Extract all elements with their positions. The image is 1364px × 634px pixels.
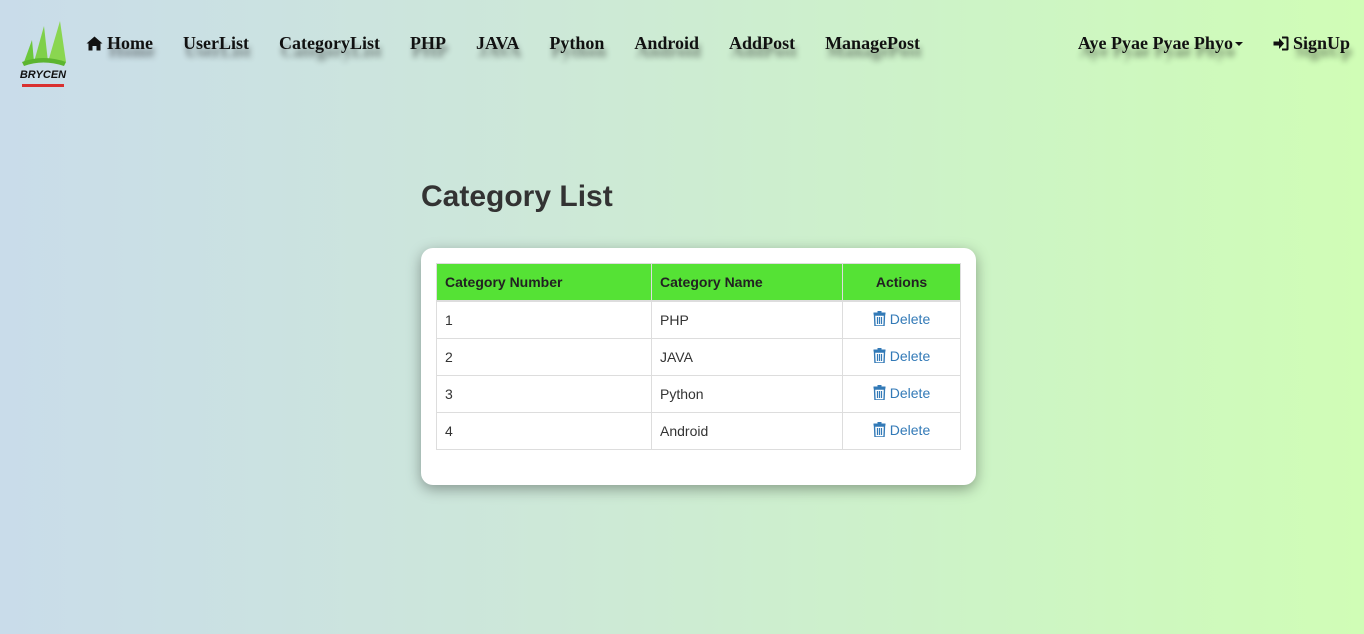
navbar: BRYCEN Home UserList CategoryList PHP JA… (0, 0, 1364, 95)
nav-right: Aye Pyae Pyae Phyo SignUp (1048, 33, 1350, 54)
user-dropdown[interactable]: Aye Pyae Pyae Phyo (1078, 33, 1243, 54)
caret-down-icon (1234, 41, 1243, 46)
delete-label: Delete (889, 347, 931, 364)
cell-name: Python (651, 375, 843, 413)
cell-actions: Delete (842, 412, 961, 450)
header-actions: Actions (842, 263, 961, 302)
logo-text: BRYCEN (20, 69, 67, 81)
delete-label: Delete (889, 310, 931, 327)
delete-button[interactable]: Delete (873, 348, 930, 364)
cell-number: 4 (436, 412, 652, 450)
header-category-number: Category Number (436, 263, 652, 302)
nav-userlist[interactable]: UserList (183, 33, 249, 54)
trash-icon (873, 348, 886, 364)
nav-signup-label: SignUp (1292, 33, 1350, 53)
home-icon (86, 36, 103, 51)
nav-java[interactable]: JAVA (476, 33, 519, 54)
cell-name: Android (651, 412, 843, 450)
cell-actions: Delete (842, 300, 961, 339)
nav-signup[interactable]: SignUp (1273, 33, 1350, 54)
cell-actions: Delete (842, 375, 961, 413)
trash-icon (873, 385, 886, 401)
table-row: 4 Android Delete (436, 412, 961, 450)
category-card: Category Number Category Name Actions 1 … (421, 248, 976, 485)
page-title: Category List (421, 180, 613, 213)
header-category-name: Category Name (651, 263, 843, 302)
sign-in-icon (1273, 36, 1289, 51)
cell-name: PHP (651, 300, 843, 339)
nav-managepost[interactable]: ManagePost (825, 33, 920, 54)
cell-actions: Delete (842, 338, 961, 376)
cell-number: 2 (436, 338, 652, 376)
nav-php[interactable]: PHP (410, 33, 446, 54)
nav-android[interactable]: Android (634, 33, 699, 54)
delete-button[interactable]: Delete (873, 311, 930, 327)
delete-button[interactable]: Delete (873, 385, 930, 401)
cell-number: 3 (436, 375, 652, 413)
nav-python[interactable]: Python (549, 33, 604, 54)
brycen-logo[interactable]: BRYCEN (18, 18, 68, 90)
category-table: Category Number Category Name Actions 1 … (436, 263, 961, 450)
delete-label: Delete (889, 384, 931, 401)
nav-addpost[interactable]: AddPost (729, 33, 795, 54)
table-row: 3 Python Delete (436, 375, 961, 413)
delete-button[interactable]: Delete (873, 422, 930, 438)
cell-number: 1 (436, 300, 652, 339)
table-row: 1 PHP Delete (436, 300, 961, 339)
trash-icon (873, 422, 886, 438)
trash-icon (873, 311, 886, 327)
nav-home-label: Home (107, 33, 153, 53)
cell-name: JAVA (651, 338, 843, 376)
table-row: 2 JAVA Delete (436, 338, 961, 376)
delete-label: Delete (889, 421, 931, 438)
nav-left: Home UserList CategoryList PHP JAVA Pyth… (86, 33, 950, 54)
table-header-row: Category Number Category Name Actions (436, 263, 961, 302)
nav-home[interactable]: Home (86, 33, 153, 54)
nav-categorylist[interactable]: CategoryList (279, 33, 380, 54)
user-name: Aye Pyae Pyae Phyo (1077, 33, 1233, 53)
